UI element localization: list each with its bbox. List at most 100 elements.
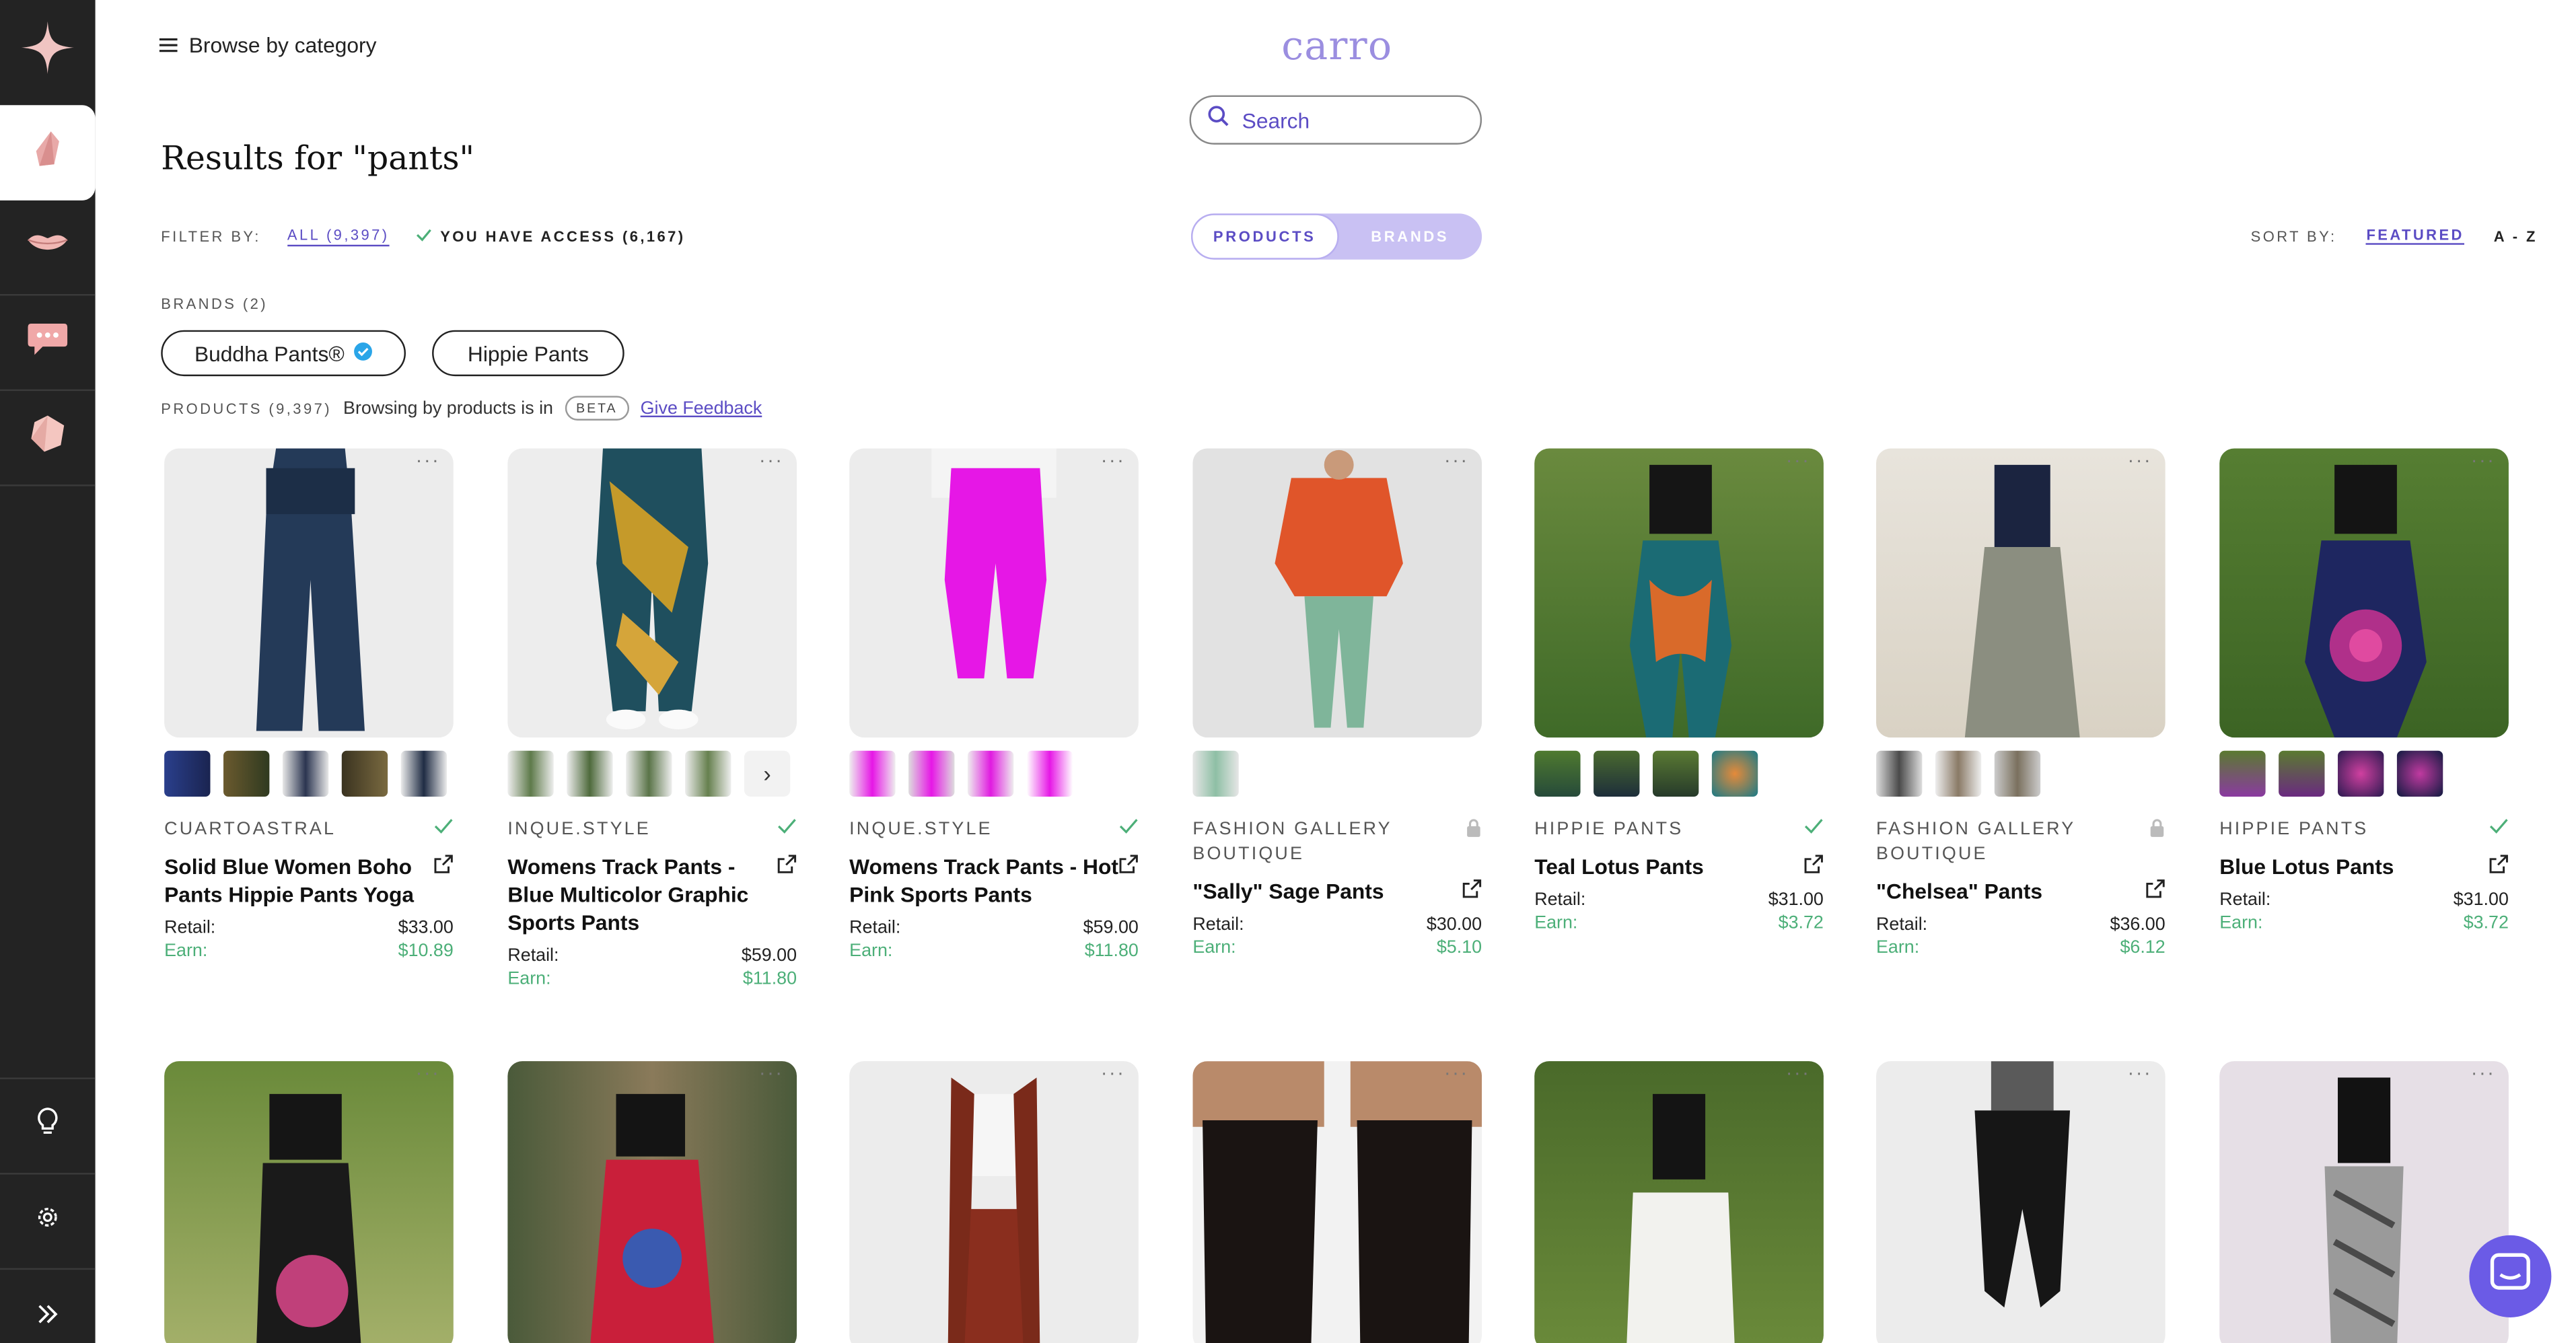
variant-thumbnail[interactable] [223, 750, 270, 797]
more-options-icon[interactable]: ··· [2471, 1061, 2496, 1084]
product-title[interactable]: Blue Lotus Pants [2219, 852, 2394, 881]
more-options-icon[interactable]: ··· [759, 1061, 784, 1084]
search-box[interactable] [1189, 95, 1482, 145]
chevron-right-icon[interactable]: › [744, 750, 791, 797]
variant-thumbnail[interactable] [1994, 750, 2041, 797]
variant-thumbnail[interactable] [908, 750, 955, 797]
variant-thumbnail[interactable] [967, 750, 1014, 797]
variant-thumbnail[interactable] [2279, 750, 2325, 797]
product-title[interactable]: Solid Blue Women Boho Pants Hippie Pants… [164, 852, 433, 908]
product-card[interactable]: ··· [507, 1061, 797, 1343]
product-card[interactable]: ··· [1192, 1061, 1482, 1343]
product-image[interactable]: ··· [1192, 448, 1482, 738]
variant-thumbnail[interactable] [282, 750, 329, 797]
toggle-brands[interactable]: BRANDS [1338, 213, 1482, 259]
brand-pill-buddha-pants[interactable]: Buddha Pants® [161, 330, 406, 377]
variant-thumbnail[interactable] [1192, 750, 1239, 797]
product-image[interactable]: ··· [507, 1061, 797, 1343]
variant-thumbnail[interactable] [2338, 750, 2384, 797]
variant-thumbnail[interactable] [1935, 750, 1982, 797]
product-card[interactable]: ··· CUARTOASTRAL Solid Blue Women Boho P… [164, 448, 454, 962]
product-card[interactable]: ··· › INQUE.STYLE Womens Track Pants - B… [507, 448, 797, 990]
variant-thumbnail[interactable] [1026, 750, 1073, 797]
external-link-icon[interactable] [1804, 852, 1824, 881]
product-image[interactable]: ··· [1192, 1061, 1482, 1343]
product-title[interactable]: Teal Lotus Pants [1534, 852, 1704, 881]
variant-thumbnail[interactable] [164, 750, 211, 797]
product-image[interactable]: ··· [1534, 448, 1824, 738]
sidebar-item-settings[interactable] [0, 1173, 96, 1268]
more-options-icon[interactable]: ··· [2128, 1061, 2153, 1084]
more-options-icon[interactable]: ··· [2128, 448, 2153, 471]
filter-access-tab[interactable]: YOU HAVE ACCESS (6,167) [416, 228, 686, 245]
product-title[interactable]: "Sally" Sage Pants [1192, 877, 1384, 906]
product-image[interactable]: ··· [2219, 1061, 2509, 1343]
sparkle-icon[interactable] [0, 0, 96, 96]
more-options-icon[interactable]: ··· [2471, 448, 2496, 471]
variant-thumbnail[interactable] [626, 750, 672, 797]
product-card[interactable]: ··· HIPPIE PANTS Teal Lotus Pants Retail… [1534, 448, 1824, 935]
product-title[interactable]: Womens Track Pants - Hot Pink Sports Pan… [849, 852, 1118, 908]
variant-thumbnail[interactable] [1875, 750, 1923, 797]
external-link-icon[interactable] [2145, 877, 2165, 906]
product-card[interactable]: ··· [849, 1061, 1139, 1343]
search-input[interactable] [1242, 107, 1456, 133]
variant-thumbnail[interactable] [567, 750, 613, 797]
brand-pill-hippie-pants[interactable]: Hippie Pants [432, 330, 624, 377]
variant-thumbnail[interactable] [400, 750, 448, 797]
sidebar-item-gem[interactable] [0, 391, 96, 486]
external-link-icon[interactable] [1462, 877, 1482, 906]
more-options-icon[interactable]: ··· [759, 448, 784, 471]
product-card[interactable]: ··· [164, 1061, 454, 1343]
variant-thumbnail[interactable] [2396, 750, 2443, 797]
variant-thumbnail[interactable] [1594, 750, 1640, 797]
more-options-icon[interactable]: ··· [416, 448, 441, 471]
product-brand[interactable]: FASHION GALLERY BOUTIQUE [1876, 818, 2149, 867]
give-feedback-link[interactable]: Give Feedback [641, 398, 762, 418]
product-brand[interactable]: INQUE.STYLE [507, 818, 651, 843]
external-link-icon[interactable] [2489, 852, 2509, 881]
product-card[interactable]: ··· FASHION GALLERY BOUTIQUE "Chelsea" P… [1875, 448, 2166, 959]
product-card[interactable]: ··· [1534, 1061, 1824, 1343]
more-options-icon[interactable]: ··· [1786, 1061, 1811, 1084]
product-card[interactable]: ··· FASHION GALLERY BOUTIQUE "Sally" Sag… [1192, 448, 1482, 959]
product-brand[interactable]: HIPPIE PANTS [1534, 818, 1683, 843]
product-brand[interactable]: CUARTOASTRAL [164, 818, 336, 843]
product-brand[interactable]: FASHION GALLERY BOUTIQUE [1192, 818, 1465, 867]
product-image[interactable]: ··· [1875, 1061, 2166, 1343]
sidebar-item-messages[interactable] [0, 295, 96, 392]
sidebar-expand-button[interactable] [0, 1268, 96, 1343]
more-options-icon[interactable]: ··· [416, 1061, 441, 1084]
product-image[interactable]: ··· [1534, 1061, 1824, 1343]
variant-thumbnail[interactable] [1652, 750, 1699, 797]
sort-a-z[interactable]: A - Z [2494, 227, 2538, 244]
sidebar-item-lips[interactable] [0, 201, 96, 296]
product-image[interactable]: ··· [849, 1061, 1139, 1343]
more-options-icon[interactable]: ··· [1786, 448, 1811, 471]
more-options-icon[interactable]: ··· [1101, 448, 1126, 471]
sort-featured[interactable]: FEATURED [2366, 227, 2464, 245]
product-title[interactable]: Womens Track Pants - Blue Multicolor Gra… [507, 852, 777, 937]
variant-thumbnail[interactable] [849, 750, 896, 797]
filter-all-tab[interactable]: ALL (9,397) [287, 227, 390, 247]
toggle-products[interactable]: PRODUCTS [1190, 213, 1338, 260]
sidebar-item-ideas[interactable] [0, 1077, 96, 1173]
external-link-icon[interactable] [1119, 852, 1139, 881]
more-options-icon[interactable]: ··· [1101, 1061, 1126, 1084]
product-image[interactable]: ··· [1875, 448, 2166, 738]
external-link-icon[interactable] [777, 852, 797, 881]
sidebar-item-products[interactable] [0, 105, 96, 201]
product-image[interactable]: ··· [507, 448, 797, 738]
support-chat-button[interactable] [2469, 1235, 2552, 1317]
product-image[interactable]: ··· [2219, 448, 2509, 738]
external-link-icon[interactable] [434, 852, 454, 881]
product-brand[interactable]: INQUE.STYLE [849, 818, 993, 843]
product-image[interactable]: ··· [164, 448, 454, 738]
variant-thumbnail[interactable] [685, 750, 731, 797]
product-card[interactable]: ··· [2219, 1061, 2509, 1343]
more-options-icon[interactable]: ··· [1444, 448, 1469, 471]
browse-by-category-button[interactable]: Browse by category [159, 33, 376, 57]
variant-thumbnail[interactable] [341, 750, 388, 797]
variant-thumbnail[interactable] [1534, 750, 1581, 797]
product-card[interactable]: ··· [1875, 1061, 2166, 1343]
